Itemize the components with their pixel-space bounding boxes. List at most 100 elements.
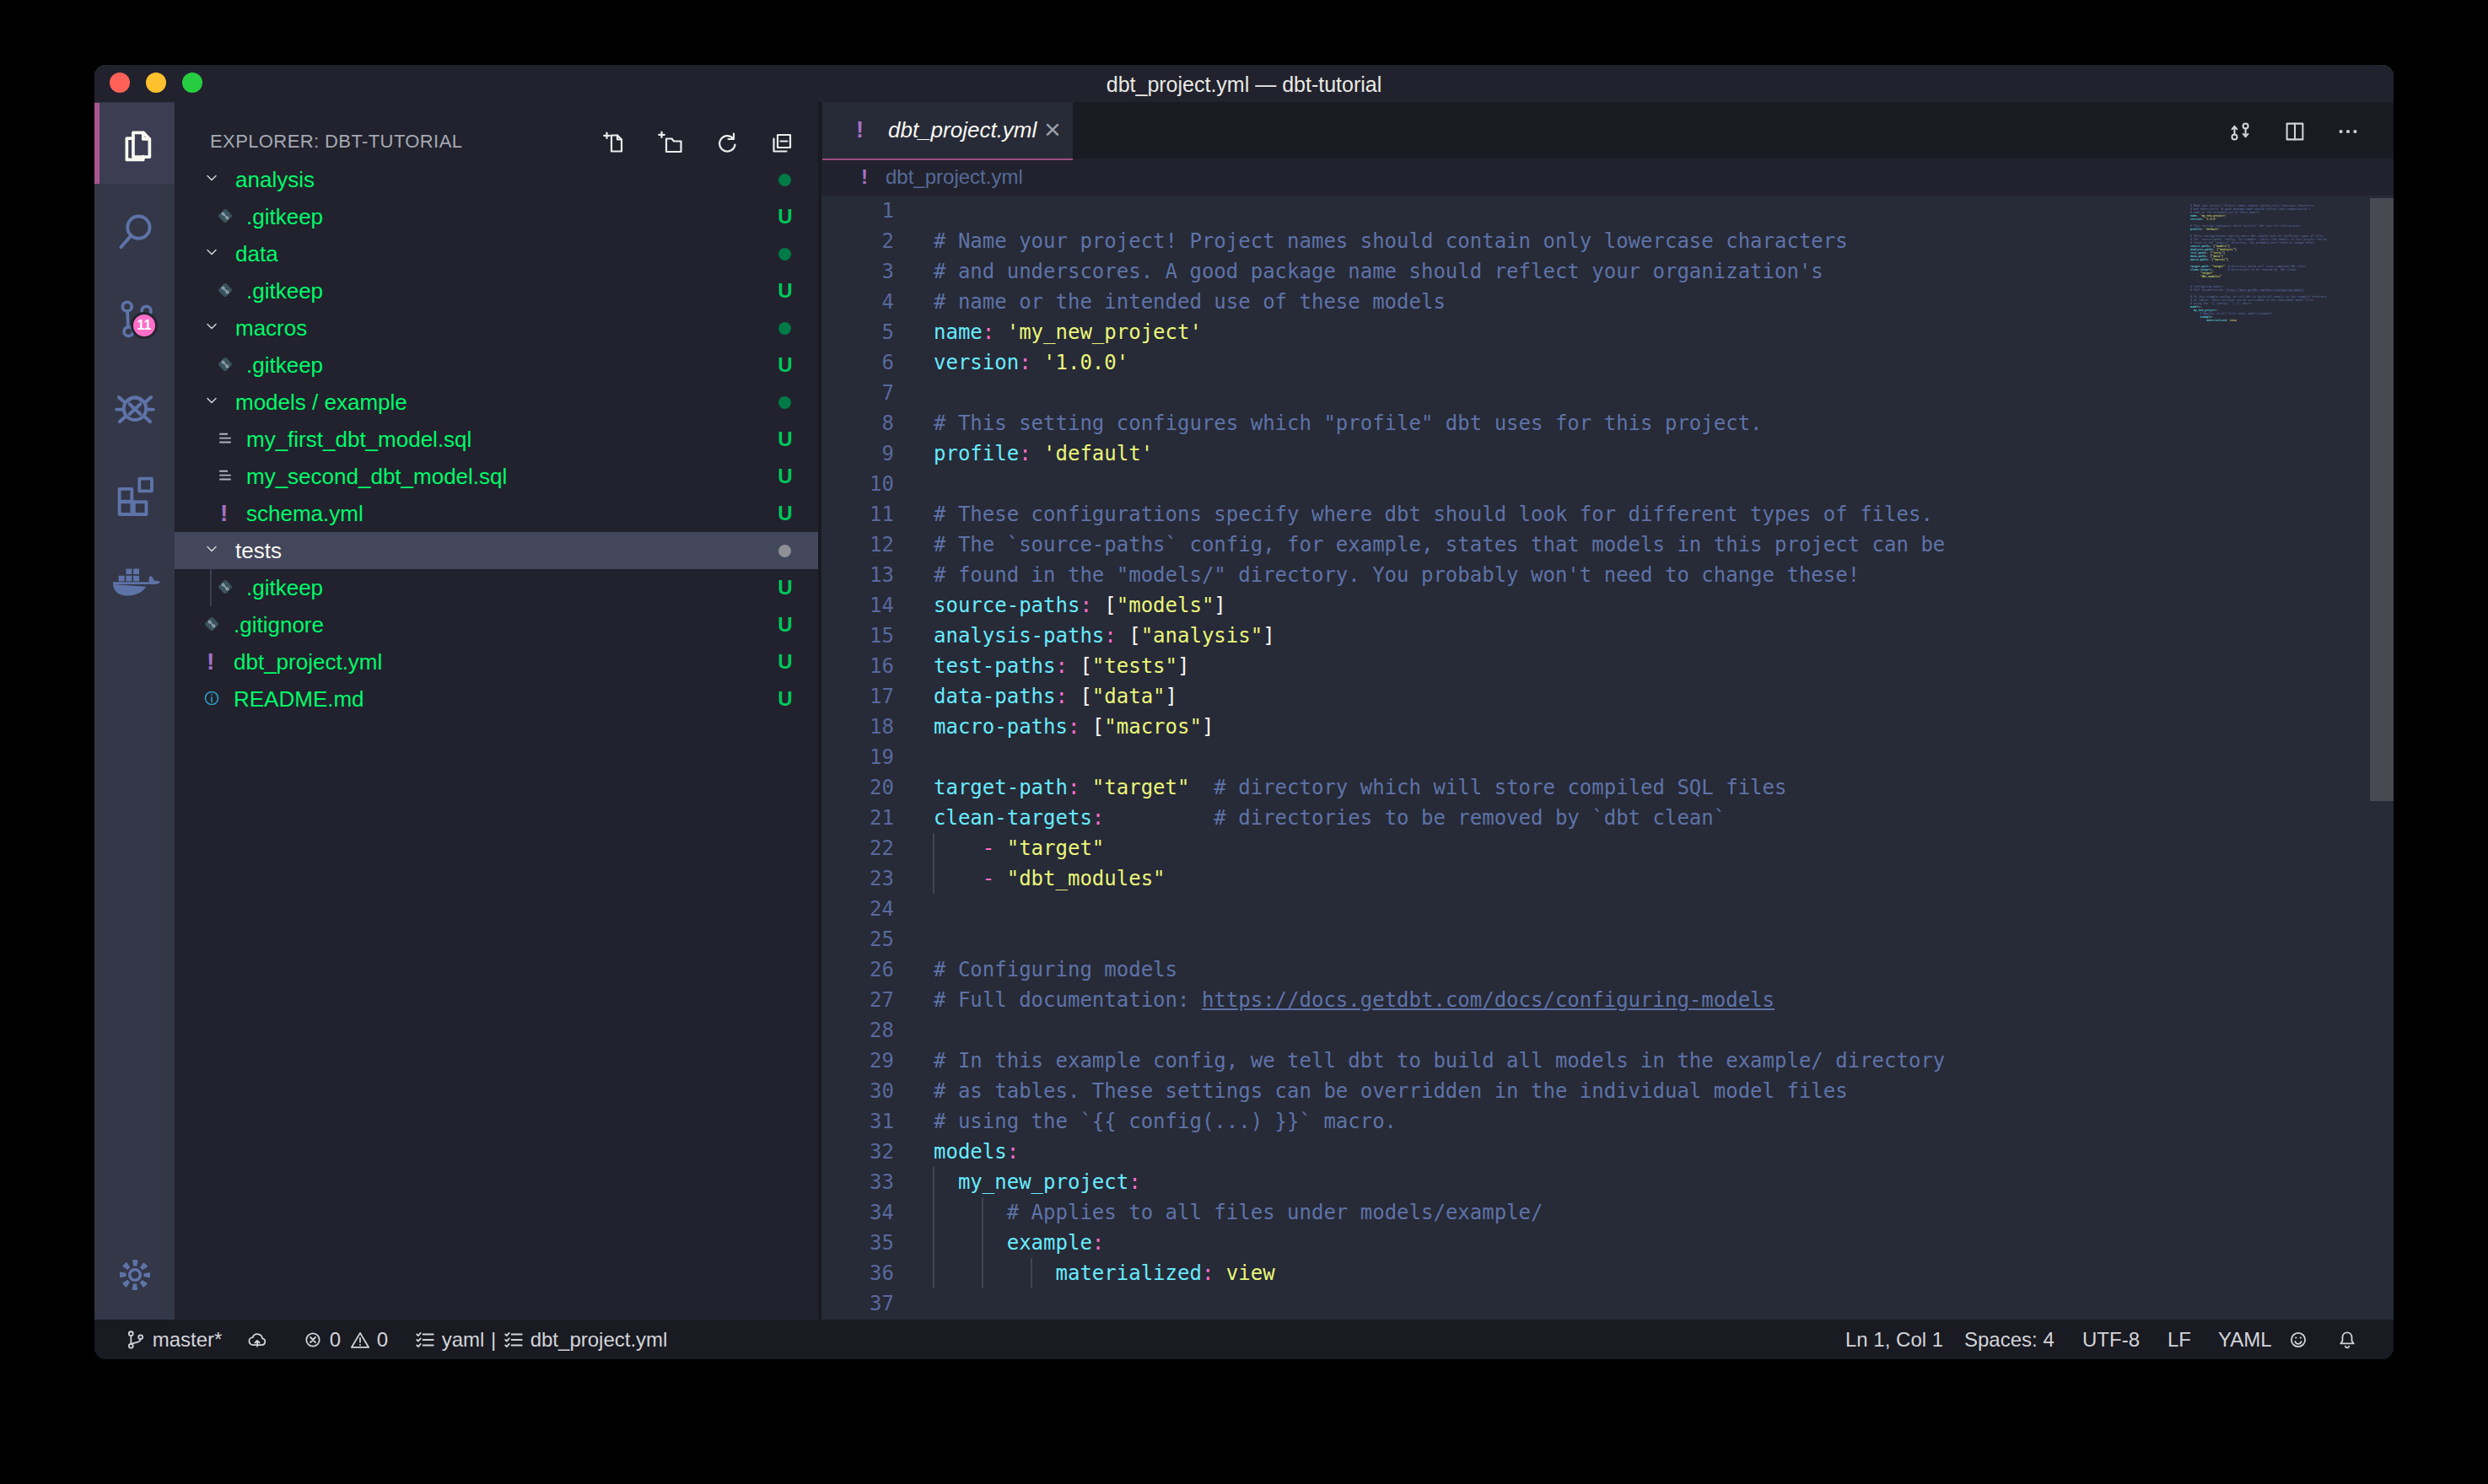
line-number: 6 <box>821 347 894 378</box>
git-untracked-badge: U <box>775 421 795 458</box>
code-line-7 <box>934 378 1945 408</box>
code-line-36: materialized: view <box>934 1258 1945 1288</box>
code-line-18: macro-paths: ["macros"] <box>934 712 1945 742</box>
activity-bar: 11 <box>94 102 175 1320</box>
code-line-4: # name or the intended use of these mode… <box>934 287 1945 317</box>
tab-dbt-project-yml[interactable]: ! dbt_project.yml × <box>822 102 1073 159</box>
line-number: 11 <box>821 499 894 530</box>
code-line-33: my_new_project: <box>934 1167 1945 1197</box>
code-line-8: # This setting configures which "profile… <box>934 408 1945 438</box>
open-changes-button[interactable] <box>2227 119 2254 146</box>
git-file-icon <box>215 354 237 376</box>
chevron-down-icon <box>203 540 223 561</box>
git-modified-dot <box>778 248 791 261</box>
line-number: 28 <box>821 1015 894 1046</box>
code-line-20: target-path: "target" # directory which … <box>934 772 1945 803</box>
code-line-31: # using the `{{ config(...) }}` macro. <box>934 1106 1945 1137</box>
status-error[interactable]: 0 <box>302 1320 341 1359</box>
tree-folder-tests[interactable]: tests <box>175 532 818 569</box>
line-number: 23 <box>821 863 894 894</box>
status-yaml[interactable]: YAML <box>2218 1320 2272 1359</box>
new-file-button[interactable] <box>600 130 627 157</box>
code-line-34: # Applies to all files under models/exam… <box>934 1197 1945 1228</box>
tree-folder-data[interactable]: data <box>175 235 818 272</box>
tree-file--gitkeep[interactable]: .gitkeepU <box>175 569 818 606</box>
tree-file-dbt-project-yml[interactable]: !dbt_project.ymlU <box>175 643 818 680</box>
code-line-19 <box>934 742 1945 772</box>
status-checklist[interactable]: yaml <box>414 1320 484 1359</box>
tree-file--gitkeep[interactable]: .gitkeepU <box>175 272 818 309</box>
line-number: 24 <box>821 894 894 924</box>
indent-guide <box>982 1228 983 1258</box>
tree-file-schema-yml[interactable]: !schema.ymlU <box>175 495 818 532</box>
refresh-button[interactable] <box>713 130 740 157</box>
more-actions-button[interactable] <box>2335 119 2362 146</box>
status-branch[interactable]: master* <box>125 1320 222 1359</box>
code-line-12: # The `source-paths` config, for example… <box>934 530 1945 560</box>
tree-file-readme-md[interactable]: README.mdU <box>175 680 818 718</box>
tree-file-my-first-dbt-model-sql[interactable]: my_first_dbt_model.sqlU <box>175 421 818 458</box>
tree-folder-macros[interactable]: macros <box>175 309 818 347</box>
status-smiley[interactable] <box>2287 1320 2309 1359</box>
status-spaces-4[interactable]: Spaces: 4 <box>1964 1320 2054 1359</box>
line-number: 35 <box>821 1228 894 1258</box>
editor-scrollbar[interactable] <box>2370 198 2394 801</box>
activity-docker-icon[interactable] <box>94 541 175 622</box>
line-number: 19 <box>821 742 894 772</box>
title-bar[interactable]: dbt_project.yml — dbt-tutorial <box>94 65 2394 102</box>
tree-folder-analysis[interactable]: analysis <box>175 161 818 198</box>
indent-guide <box>982 1197 983 1228</box>
status-ln-1-col-1[interactable]: Ln 1, Col 1 <box>1845 1320 1943 1359</box>
git-modified-dot <box>778 322 791 335</box>
line-number: 12 <box>821 530 894 560</box>
line-number: 16 <box>821 651 894 681</box>
activity-source-control-icon[interactable]: 11 <box>94 278 175 359</box>
status-bell[interactable] <box>2336 1320 2358 1359</box>
vscode-window: dbt_project.yml — dbt-tutorial 11 EXPLOR… <box>94 65 2394 1359</box>
minimap[interactable]: # Name your project! Project names shoul… <box>2190 201 2334 420</box>
activity-search-icon[interactable] <box>94 191 175 272</box>
tree-file--gitkeep[interactable]: .gitkeepU <box>175 198 818 235</box>
activity-explorer-icon[interactable] <box>94 103 175 184</box>
code-line-29: # In this example config, we tell dbt to… <box>934 1046 1945 1076</box>
activity-debug-icon[interactable] <box>94 366 175 447</box>
activity-extensions-icon[interactable] <box>94 454 175 535</box>
code-line-17: data-paths: ["data"] <box>934 681 1945 712</box>
code-line-24 <box>934 894 1945 924</box>
breadcrumb[interactable]: ! dbt_project.yml <box>821 159 2394 196</box>
status-lf[interactable]: LF <box>2168 1320 2191 1359</box>
code-content[interactable]: # Name your project! Project names shoul… <box>934 196 1945 1319</box>
tree-file--gitignore[interactable]: .gitignoreU <box>175 606 818 643</box>
indent-guide <box>933 833 934 863</box>
git-modified-dot <box>778 174 791 186</box>
sql-file-icon <box>215 428 237 450</box>
status--: | <box>491 1320 496 1359</box>
status-cloud[interactable] <box>246 1320 268 1359</box>
collapse-all-button[interactable] <box>768 130 795 157</box>
status-warning[interactable]: 0 <box>349 1320 388 1359</box>
new-folder-button[interactable] <box>657 130 684 157</box>
code-line-23: - "dbt_modules" <box>934 863 1945 894</box>
git-file-icon <box>215 577 237 599</box>
tree-indent-guide <box>210 569 212 606</box>
activity-settings-icon[interactable] <box>94 1234 175 1315</box>
line-number: 8 <box>821 408 894 438</box>
status-utf-8[interactable]: UTF-8 <box>2082 1320 2140 1359</box>
line-number: 15 <box>821 621 894 651</box>
line-number: 22 <box>821 833 894 863</box>
code-line-26: # Configuring models <box>934 954 1945 985</box>
tree-folder-models-example[interactable]: models / example <box>175 384 818 421</box>
code-line-2: # Name your project! Project names shoul… <box>934 226 1945 256</box>
status-checklist[interactable]: dbt_project.yml <box>503 1320 667 1359</box>
code-line-16: test-paths: ["tests"] <box>934 651 1945 681</box>
line-number: 37 <box>821 1288 894 1319</box>
line-number: 26 <box>821 954 894 985</box>
code-line-32: models: <box>934 1137 1945 1167</box>
tab-close-icon[interactable]: × <box>1040 102 1065 159</box>
chevron-down-icon <box>203 169 223 190</box>
line-number: 33 <box>821 1167 894 1197</box>
tree-file--gitkeep[interactable]: .gitkeepU <box>175 347 818 384</box>
split-editor-button[interactable] <box>2282 119 2309 146</box>
tree-file-my-second-dbt-model-sql[interactable]: my_second_dbt_model.sqlU <box>175 458 818 495</box>
line-number: 1 <box>821 196 894 226</box>
